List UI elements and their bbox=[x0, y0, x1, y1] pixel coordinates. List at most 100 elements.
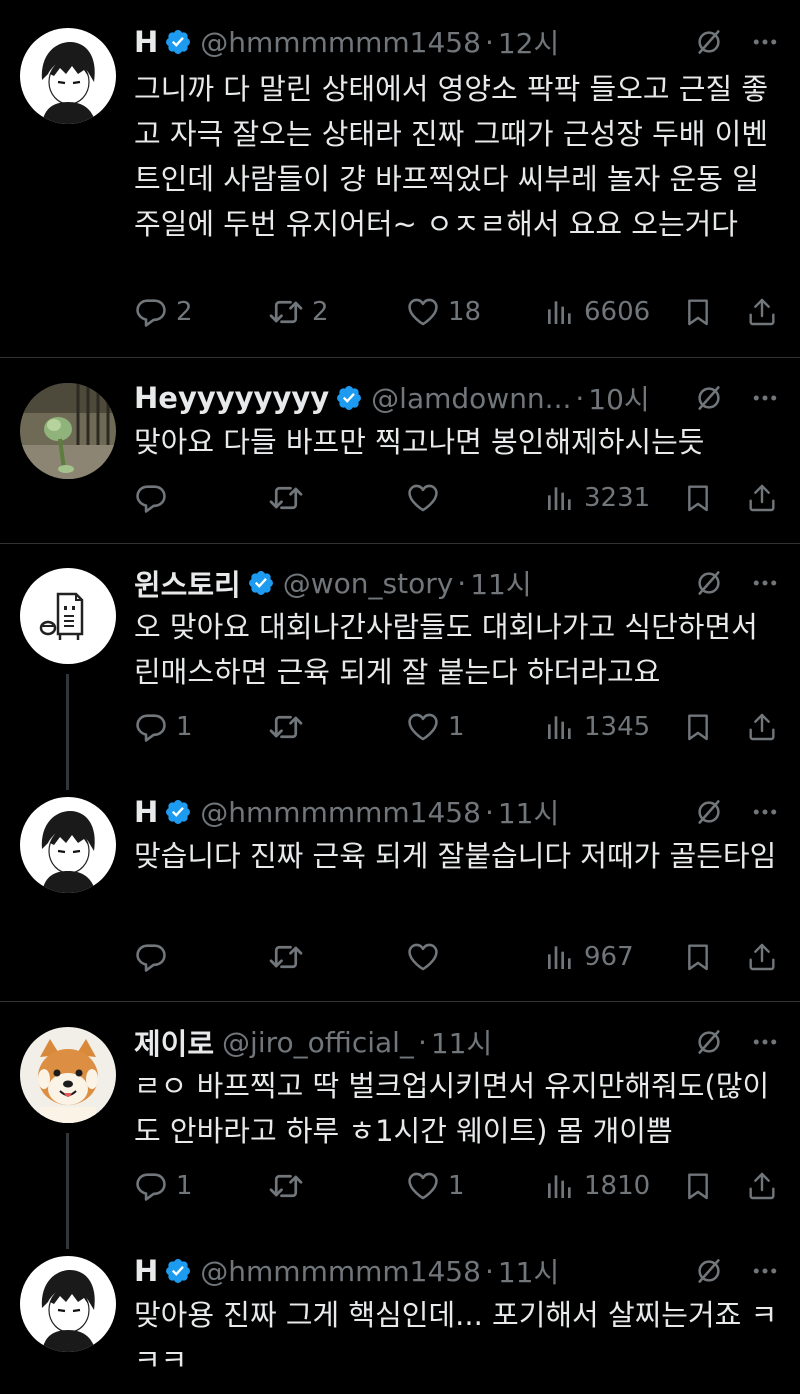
timestamp[interactable]: 10시 bbox=[588, 378, 649, 418]
grok-icon[interactable] bbox=[694, 568, 724, 598]
like-count: 1 bbox=[448, 1171, 465, 1201]
share-button[interactable] bbox=[746, 707, 778, 747]
reply-icon bbox=[134, 940, 168, 974]
verified-badge-icon bbox=[335, 384, 363, 412]
divider bbox=[0, 357, 800, 358]
retweet-icon bbox=[268, 480, 304, 516]
display-name[interactable]: H bbox=[134, 25, 158, 59]
tweet-text: 맞아요 다들 바프만 찍고나면 봉인해제하시는듯 bbox=[134, 425, 705, 459]
reply-button[interactable]: 1 bbox=[134, 1166, 193, 1206]
grok-icon[interactable] bbox=[694, 1027, 724, 1057]
user-handle[interactable]: @hmmmmmm1458 bbox=[200, 1255, 481, 1288]
bookmark-button[interactable] bbox=[682, 1166, 714, 1206]
avatar[interactable] bbox=[20, 1027, 116, 1123]
more-icon[interactable] bbox=[750, 1256, 780, 1286]
action-bar: 967 bbox=[134, 937, 780, 977]
view-count: 6606 bbox=[584, 297, 651, 327]
share-icon bbox=[746, 941, 778, 973]
timestamp[interactable]: 11시 bbox=[470, 563, 531, 603]
display-name[interactable]: 제이로 bbox=[134, 1021, 214, 1063]
user-handle[interactable]: @lamdownn... bbox=[371, 382, 571, 415]
views-button[interactable]: 3231 bbox=[544, 478, 650, 518]
grok-icon[interactable] bbox=[694, 27, 724, 57]
views-button[interactable]: 967 bbox=[544, 937, 634, 977]
display-name[interactable]: H bbox=[134, 795, 158, 829]
retweet-icon bbox=[268, 709, 304, 745]
share-button[interactable] bbox=[746, 1166, 778, 1206]
reply-button[interactable]: 2 bbox=[134, 292, 193, 332]
tweet-text: 그니까 다 말린 상태에서 영양소 팍팍 들오고 근질 좋고 자극 잘오는 상태… bbox=[134, 72, 769, 241]
more-icon[interactable] bbox=[750, 1027, 780, 1057]
timestamp[interactable]: 11시 bbox=[431, 1022, 492, 1062]
tweet-text: ㄹㅇ 바프찍고 딱 벌크업시키면서 유지만해줘도(많이도 안바라고 하루 ㅎ1시… bbox=[134, 1069, 770, 1148]
verified-badge-icon bbox=[164, 28, 192, 56]
share-icon bbox=[746, 296, 778, 328]
display-name[interactable]: H bbox=[134, 1254, 158, 1288]
retweet-icon bbox=[268, 1168, 304, 1204]
header-actions bbox=[694, 1251, 780, 1291]
avatar[interactable] bbox=[20, 568, 116, 664]
views-button[interactable]: 1345 bbox=[544, 707, 650, 747]
user-handle[interactable]: @hmmmmmm1458 bbox=[200, 796, 481, 829]
like-button[interactable]: 1 bbox=[406, 1166, 465, 1206]
like-button[interactable] bbox=[406, 478, 448, 518]
heart-icon bbox=[406, 1169, 440, 1203]
like-button[interactable]: 1 bbox=[406, 707, 465, 747]
grok-icon[interactable] bbox=[694, 383, 724, 413]
more-icon[interactable] bbox=[750, 797, 780, 827]
user-handle[interactable]: @hmmmmmm1458 bbox=[200, 26, 481, 59]
bookmark-button[interactable] bbox=[682, 707, 714, 747]
avatar[interactable] bbox=[20, 383, 116, 479]
views-button[interactable]: 1810 bbox=[544, 1166, 650, 1206]
bookmark-icon bbox=[682, 296, 714, 328]
divider bbox=[0, 1001, 800, 1002]
header-actions bbox=[694, 563, 780, 603]
avatar[interactable] bbox=[20, 28, 116, 124]
separator-dot: · bbox=[575, 381, 585, 415]
heart-icon bbox=[406, 710, 440, 744]
reply-button[interactable]: 1 bbox=[134, 707, 193, 747]
user-handle[interactable]: @won_story bbox=[283, 567, 454, 600]
more-icon[interactable] bbox=[750, 568, 780, 598]
views-button[interactable]: 6606 bbox=[544, 292, 650, 332]
view-count: 967 bbox=[584, 942, 634, 972]
share-button[interactable] bbox=[746, 937, 778, 977]
bookmark-button[interactable] bbox=[682, 937, 714, 977]
retweet-button[interactable] bbox=[268, 478, 312, 518]
retweet-button[interactable]: 2 bbox=[268, 292, 329, 332]
retweet-count: 2 bbox=[312, 297, 329, 327]
bookmark-button[interactable] bbox=[682, 292, 714, 332]
reply-button[interactable] bbox=[134, 478, 176, 518]
timestamp[interactable]: 11시 bbox=[498, 792, 559, 832]
divider bbox=[0, 543, 800, 544]
retweet-button[interactable] bbox=[268, 937, 312, 977]
display-name[interactable]: 윈스토리 bbox=[134, 562, 241, 604]
share-button[interactable] bbox=[746, 478, 778, 518]
display-name[interactable]: Heyyyyyyyy bbox=[134, 381, 329, 415]
share-icon bbox=[746, 711, 778, 743]
avatar[interactable] bbox=[20, 1256, 116, 1352]
tweet-text: 맞아용 진짜 그게 핵심인데... 포기해서 살찌는거죠 ㅋㅋㅋ bbox=[134, 1298, 778, 1377]
more-icon[interactable] bbox=[750, 383, 780, 413]
reply-button[interactable] bbox=[134, 937, 176, 977]
views-icon bbox=[544, 482, 576, 514]
timestamp[interactable]: 12시 bbox=[498, 22, 559, 62]
retweet-button[interactable] bbox=[268, 1166, 312, 1206]
header-actions bbox=[694, 22, 780, 62]
bookmark-icon bbox=[682, 482, 714, 514]
bookmark-button[interactable] bbox=[682, 478, 714, 518]
retweet-button[interactable] bbox=[268, 707, 312, 747]
share-button[interactable] bbox=[746, 292, 778, 332]
more-icon[interactable] bbox=[750, 27, 780, 57]
avatar[interactable] bbox=[20, 797, 116, 893]
bookmark-icon bbox=[682, 1170, 714, 1202]
views-icon bbox=[544, 711, 576, 743]
like-button[interactable]: 18 bbox=[406, 292, 481, 332]
timestamp[interactable]: 11시 bbox=[498, 1251, 559, 1291]
grok-icon[interactable] bbox=[694, 797, 724, 827]
like-button[interactable] bbox=[406, 937, 448, 977]
header-actions bbox=[694, 792, 780, 832]
grok-icon[interactable] bbox=[694, 1256, 724, 1286]
tweet-header: 제이로 @jiro_official_ · 11시 bbox=[134, 1022, 780, 1062]
user-handle[interactable]: @jiro_official_ bbox=[222, 1026, 414, 1059]
